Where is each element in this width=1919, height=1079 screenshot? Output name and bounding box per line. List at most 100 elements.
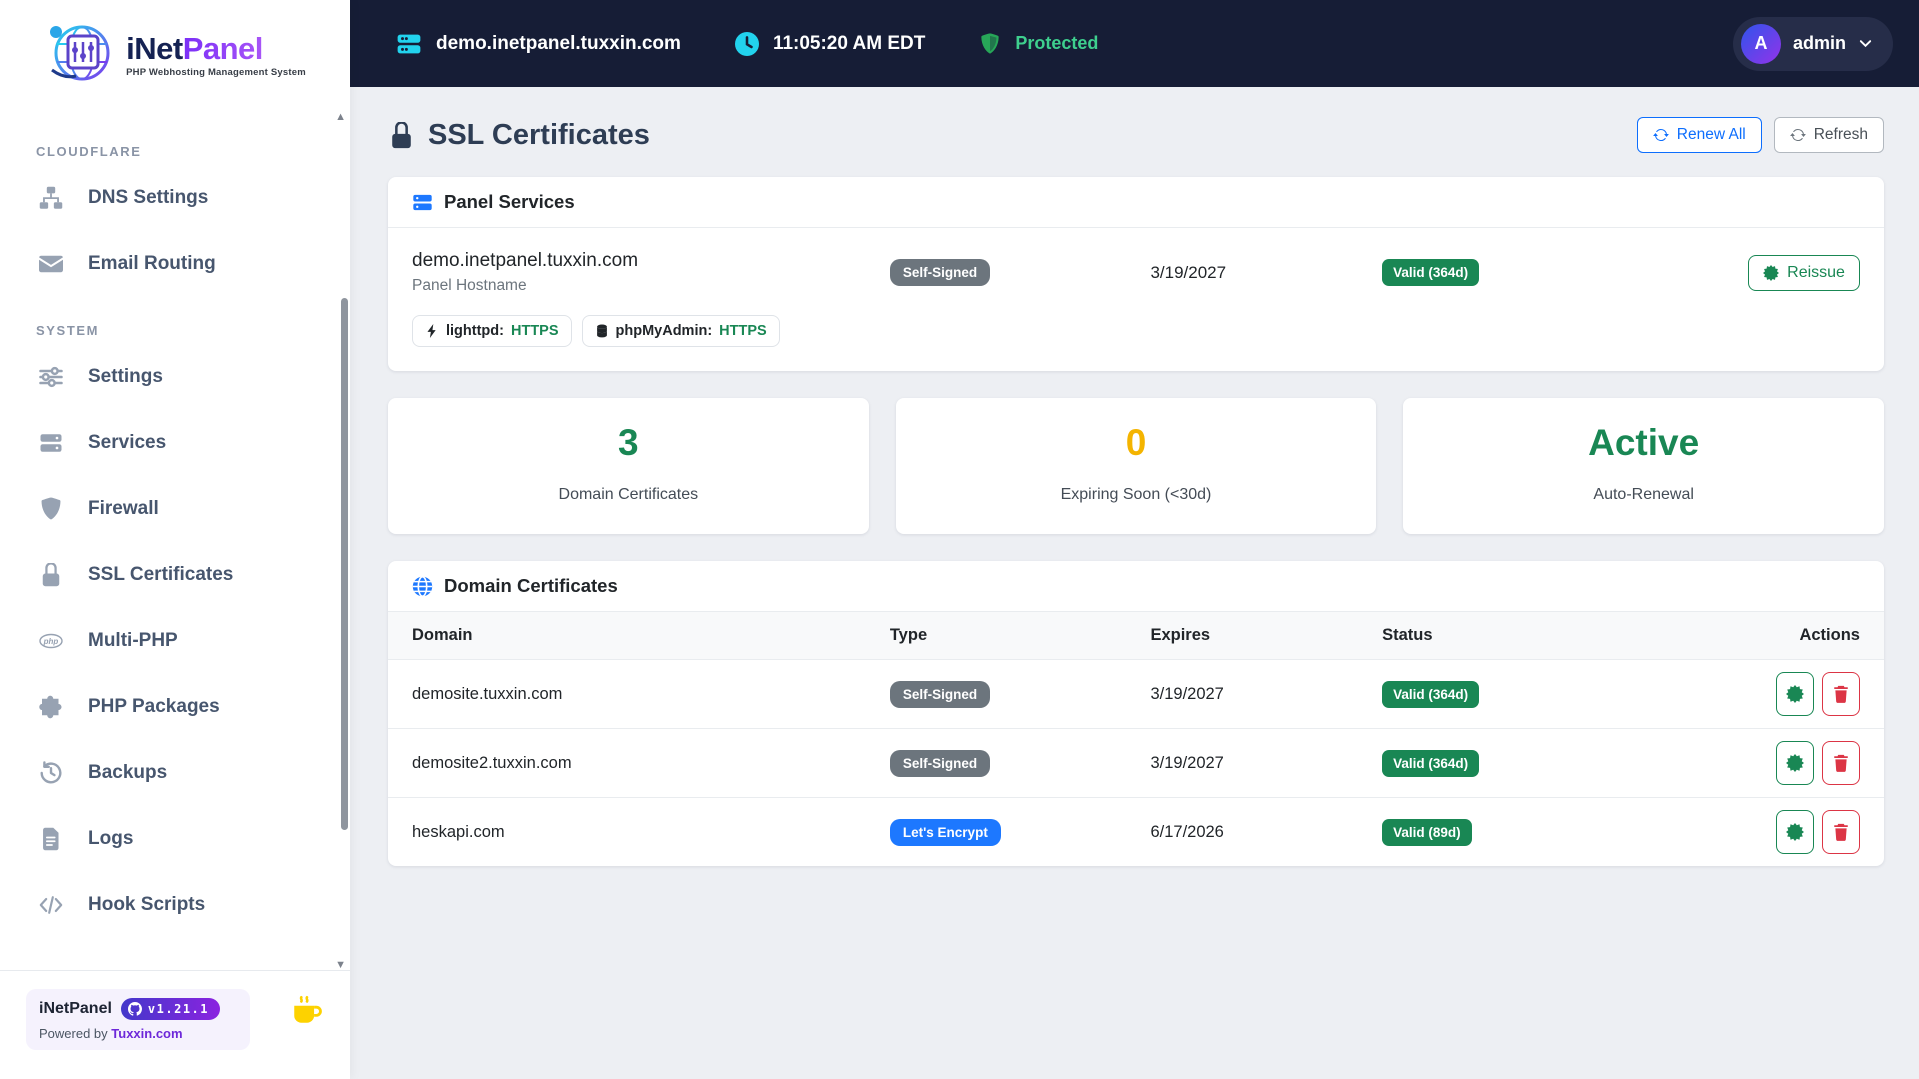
topbar-clock-group: 11:05:20 AM EDT — [734, 31, 925, 56]
delete-cert-button[interactable] — [1821, 741, 1860, 785]
puzzle-icon — [38, 694, 64, 720]
row-status-badge: Valid (364d) — [1382, 749, 1480, 777]
table-row: demosite.tuxxin.com Self-Signed 3/19/202… — [388, 659, 1884, 728]
sidebar-item-services[interactable]: Services — [0, 410, 350, 476]
topbar: demo.inetpanel.tuxxin.com 11:05:20 AM ED… — [350, 0, 1919, 87]
refresh-label: Refresh — [1813, 126, 1868, 143]
nav-section-system: SYSTEM — [36, 323, 100, 338]
version-badge[interactable]: v1.21.1 — [120, 998, 220, 1020]
stat-value: 3 — [618, 422, 639, 463]
sidebar-item-php-packages[interactable]: PHP Packages — [0, 674, 350, 740]
coffee-icon[interactable] — [290, 993, 324, 1027]
trash-icon — [1834, 823, 1848, 841]
sliders-icon — [38, 364, 64, 390]
sidebar-item-label: Settings — [88, 366, 163, 387]
nav-section-cloudflare: CLOUDFLARE — [36, 144, 142, 159]
powered-by-link[interactable]: Tuxxin.com — [111, 1026, 182, 1041]
stats-row: 3 Domain Certificates 0 Expiring Soon (<… — [388, 398, 1884, 534]
file-icon — [38, 826, 64, 852]
svg-text:php: php — [43, 637, 59, 646]
renew-all-button[interactable]: Renew All — [1636, 117, 1762, 153]
sidebar-nav: CLOUDFLARE DNS Settings Email Routing SY… — [0, 102, 350, 970]
service-tag-lighttpd: lighttpd: HTTPS — [412, 315, 572, 347]
history-icon — [38, 760, 64, 786]
sidebar-item-multi-php[interactable]: php Multi-PHP — [0, 608, 350, 674]
panel-services-title: Panel Services — [444, 191, 575, 212]
sidebar-item-settings[interactable]: Settings — [0, 344, 350, 410]
sidebar-item-email-routing[interactable]: Email Routing — [0, 231, 350, 297]
row-status-badge: Valid (364d) — [1382, 680, 1480, 708]
sidebar-item-label: Firewall — [88, 498, 159, 519]
sidebar-item-dns-settings[interactable]: DNS Settings — [0, 165, 350, 231]
service-name: lighttpd: — [446, 323, 504, 339]
renew-cert-button[interactable] — [1775, 741, 1814, 785]
topbar-hostname-group: demo.inetpanel.tuxxin.com — [396, 31, 681, 57]
globe-icon — [412, 575, 433, 597]
delete-cert-button[interactable] — [1821, 672, 1860, 716]
footer-app-name: iNetPanel — [39, 1000, 112, 1017]
bolt-icon — [427, 324, 436, 338]
trash-icon — [1834, 754, 1848, 772]
stat-auto-renewal: Active Auto-Renewal — [1403, 398, 1884, 534]
cert-type-badge: Self-Signed — [889, 259, 991, 286]
delete-cert-button[interactable] — [1821, 810, 1860, 854]
sidebar-item-label: Logs — [88, 828, 134, 849]
row-domain: demosite2.tuxxin.com — [412, 753, 572, 772]
page-content: SSL Certificates Renew All Refresh Panel… — [350, 87, 1919, 866]
sidebar-item-label: Hook Scripts — [88, 894, 206, 915]
envelope-icon — [38, 251, 64, 277]
row-domain: demosite.tuxxin.com — [412, 684, 563, 703]
sidebar-item-label: SSL Certificates — [88, 564, 234, 585]
renew-cert-button[interactable] — [1775, 810, 1814, 854]
lock-icon — [38, 562, 64, 588]
sidebar-item-hook-scripts[interactable]: Hook Scripts — [0, 872, 350, 938]
column-domain: Domain — [412, 626, 473, 644]
reissue-button[interactable]: Reissue — [1748, 254, 1860, 291]
refresh-button[interactable]: Refresh — [1773, 117, 1884, 153]
topbar-protected-label: Protected — [1015, 33, 1099, 53]
certificate-seal-icon — [1763, 264, 1780, 281]
sidebar-item-firewall[interactable]: Firewall — [0, 476, 350, 542]
row-expires: 3/19/2027 — [1150, 753, 1224, 772]
row-status-badge: Valid (89d) — [1382, 818, 1472, 846]
topbar-protection-group: Protected — [979, 32, 1098, 56]
column-type: Type — [889, 626, 928, 644]
sidebar-scroll-up-icon[interactable]: ▲ — [335, 112, 346, 123]
service-name: phpMyAdmin: — [615, 323, 713, 339]
brand-logo-icon — [44, 20, 116, 91]
panel-hostname: demo.inetpanel.tuxxin.com — [412, 250, 639, 271]
database-icon — [596, 324, 607, 338]
row-domain: heskapi.com — [412, 822, 505, 841]
renew-cert-button[interactable] — [1775, 672, 1814, 716]
lock-icon — [392, 121, 411, 148]
sidebar-item-ssl-certificates[interactable]: SSL Certificates — [0, 542, 350, 608]
certificate-seal-icon — [1785, 754, 1804, 772]
sidebar-item-logs[interactable]: Logs — [0, 806, 350, 872]
sidebar-footer: iNetPanel v1.21.1 Powered by Tuxxin.com — [0, 970, 350, 1079]
brand-tagline: PHP Webhosting Management System — [126, 66, 306, 78]
certificate-seal-icon — [1785, 823, 1804, 841]
chevron-down-icon — [1859, 40, 1872, 48]
stat-domain-certificates: 3 Domain Certificates — [388, 398, 869, 534]
shield-check-icon — [979, 32, 1001, 56]
panel-services-card: Panel Services demo.inetpanel.tuxxin.com… — [388, 177, 1884, 371]
sidebar-scrollbar[interactable] — [341, 298, 348, 830]
stat-expiring-soon: 0 Expiring Soon (<30d) — [895, 398, 1377, 534]
sidebar-item-label: Multi-PHP — [88, 630, 178, 651]
domain-certificates-card: Domain Certificates Domain Type Expires … — [388, 561, 1884, 866]
stat-value: Active — [1588, 422, 1700, 463]
shield-icon — [38, 496, 64, 522]
column-actions: Actions — [1799, 626, 1860, 644]
domain-certificates-title: Domain Certificates — [444, 575, 618, 596]
brand-logo[interactable]: iNetPanel PHP Webhosting Management Syst… — [0, 0, 350, 102]
cert-status-badge: Valid (364d) — [1382, 259, 1480, 286]
sidebar-item-label: Services — [88, 432, 167, 453]
version-card: iNetPanel v1.21.1 Powered by Tuxxin.com — [26, 989, 250, 1050]
server-icon — [38, 430, 64, 456]
table-row: demosite2.tuxxin.com Self-Signed 3/19/20… — [388, 728, 1884, 797]
sidebar-item-backups[interactable]: Backups — [0, 740, 350, 806]
user-menu[interactable]: A admin — [1732, 16, 1893, 71]
powered-by-text: Powered by — [39, 1026, 108, 1041]
table-header: Domain Type Expires Status Actions — [388, 612, 1884, 659]
page-title: SSL Certificates — [388, 119, 650, 152]
